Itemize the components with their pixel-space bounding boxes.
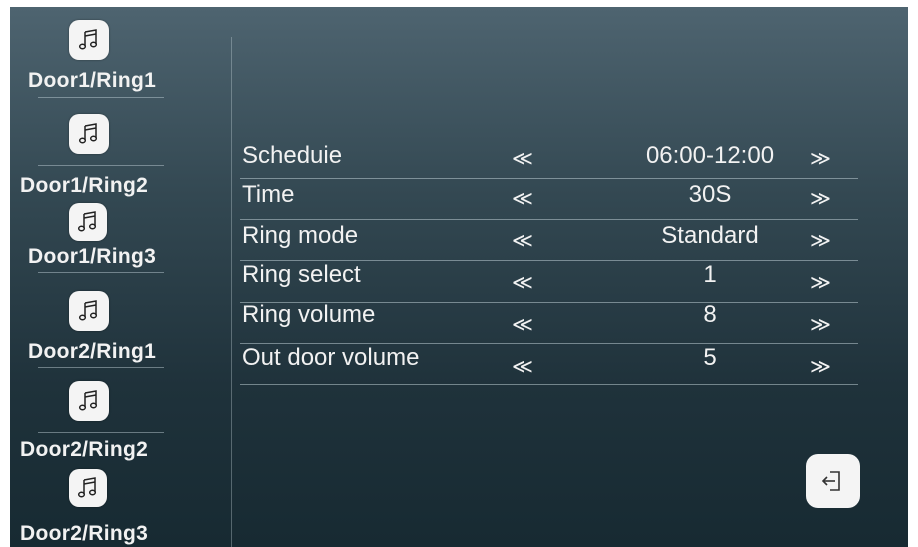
prev-arrow-icon[interactable]: ≪ xyxy=(512,354,533,379)
setting-value: 06:00-12:00 xyxy=(645,142,775,169)
sidebar-item-label[interactable]: Door1/Ring3 xyxy=(28,245,156,269)
sidebar-item-label[interactable]: Door1/Ring1 xyxy=(28,69,156,93)
divider xyxy=(38,367,164,368)
divider xyxy=(38,272,164,273)
next-arrow-icon[interactable]: ≫ xyxy=(810,270,831,295)
next-arrow-icon[interactable]: ≫ xyxy=(810,354,831,379)
sidebar-item-label[interactable]: Door2/Ring1 xyxy=(28,340,156,364)
divider xyxy=(38,97,164,98)
setting-value: Standard xyxy=(661,222,759,249)
sidebar-item-door1-ring3-icon[interactable] xyxy=(69,203,107,241)
setting-label: Time xyxy=(242,181,295,208)
music-note-icon xyxy=(78,123,98,144)
next-arrow-icon[interactable]: ≫ xyxy=(810,312,831,337)
setting-label: Ring select xyxy=(242,261,361,288)
setting-label: Scheduie xyxy=(242,142,343,169)
setting-value: 8 xyxy=(703,301,717,328)
sidebar-item-door2-ring2-icon[interactable] xyxy=(69,381,109,421)
sidebar-item-label[interactable]: Door1/Ring2 xyxy=(20,174,148,198)
back-exit-icon xyxy=(821,471,840,491)
row-divider xyxy=(240,384,858,385)
back-button[interactable] xyxy=(806,454,860,508)
ring-settings-screen: Door1/Ring1 Door1/Ring2 Door1/Ring3 Door… xyxy=(10,7,908,547)
sidebar-item-label[interactable]: Door2/Ring3 xyxy=(20,522,148,546)
music-note-icon xyxy=(78,29,98,50)
sidebar-item-door1-ring2-icon[interactable] xyxy=(69,114,109,154)
sidebar-divider xyxy=(231,37,232,547)
sidebar: Door1/Ring1 Door1/Ring2 Door1/Ring3 Door… xyxy=(10,7,232,547)
prev-arrow-icon[interactable]: ≪ xyxy=(512,270,533,295)
next-arrow-icon[interactable]: ≫ xyxy=(810,228,831,253)
sidebar-item-door1-ring1-icon[interactable] xyxy=(69,20,109,60)
setting-label: Ring volume xyxy=(242,301,376,328)
next-arrow-icon[interactable]: ≫ xyxy=(810,146,831,171)
music-note-icon xyxy=(77,211,97,232)
setting-value: 30S xyxy=(688,181,732,208)
music-note-icon xyxy=(77,477,97,498)
setting-row-ring-mode[interactable]: Ring mode ≪ Standard ≫ xyxy=(240,220,858,260)
music-note-icon xyxy=(78,390,98,411)
prev-arrow-icon[interactable]: ≪ xyxy=(512,146,533,171)
prev-arrow-icon[interactable]: ≪ xyxy=(512,228,533,253)
music-note-icon xyxy=(78,300,98,321)
divider xyxy=(38,165,164,166)
setting-value: 1 xyxy=(703,261,717,288)
setting-row-ring-select[interactable]: Ring select ≪ 1 ≫ xyxy=(240,261,858,301)
prev-arrow-icon[interactable]: ≪ xyxy=(512,312,533,337)
setting-label: Ring mode xyxy=(242,222,359,249)
setting-value: 5 xyxy=(703,344,717,371)
setting-row-out-door-volume[interactable]: Out door volume ≪ 5 ≫ xyxy=(240,344,858,384)
sidebar-item-label[interactable]: Door2/Ring2 xyxy=(20,438,148,462)
setting-row-schedule[interactable]: Scheduie ≪ 06:00-12:00 ≫ xyxy=(240,139,858,179)
setting-label: Out door volume xyxy=(242,344,420,371)
setting-row-time[interactable]: Time ≪ 30S ≫ xyxy=(240,179,858,219)
sidebar-item-door2-ring3-icon[interactable] xyxy=(69,469,107,507)
divider xyxy=(38,432,164,433)
setting-row-ring-volume[interactable]: Ring volume ≪ 8 ≫ xyxy=(240,301,858,343)
prev-arrow-icon[interactable]: ≪ xyxy=(512,186,533,211)
sidebar-item-door2-ring1-icon[interactable] xyxy=(69,291,109,331)
next-arrow-icon[interactable]: ≫ xyxy=(810,186,831,211)
